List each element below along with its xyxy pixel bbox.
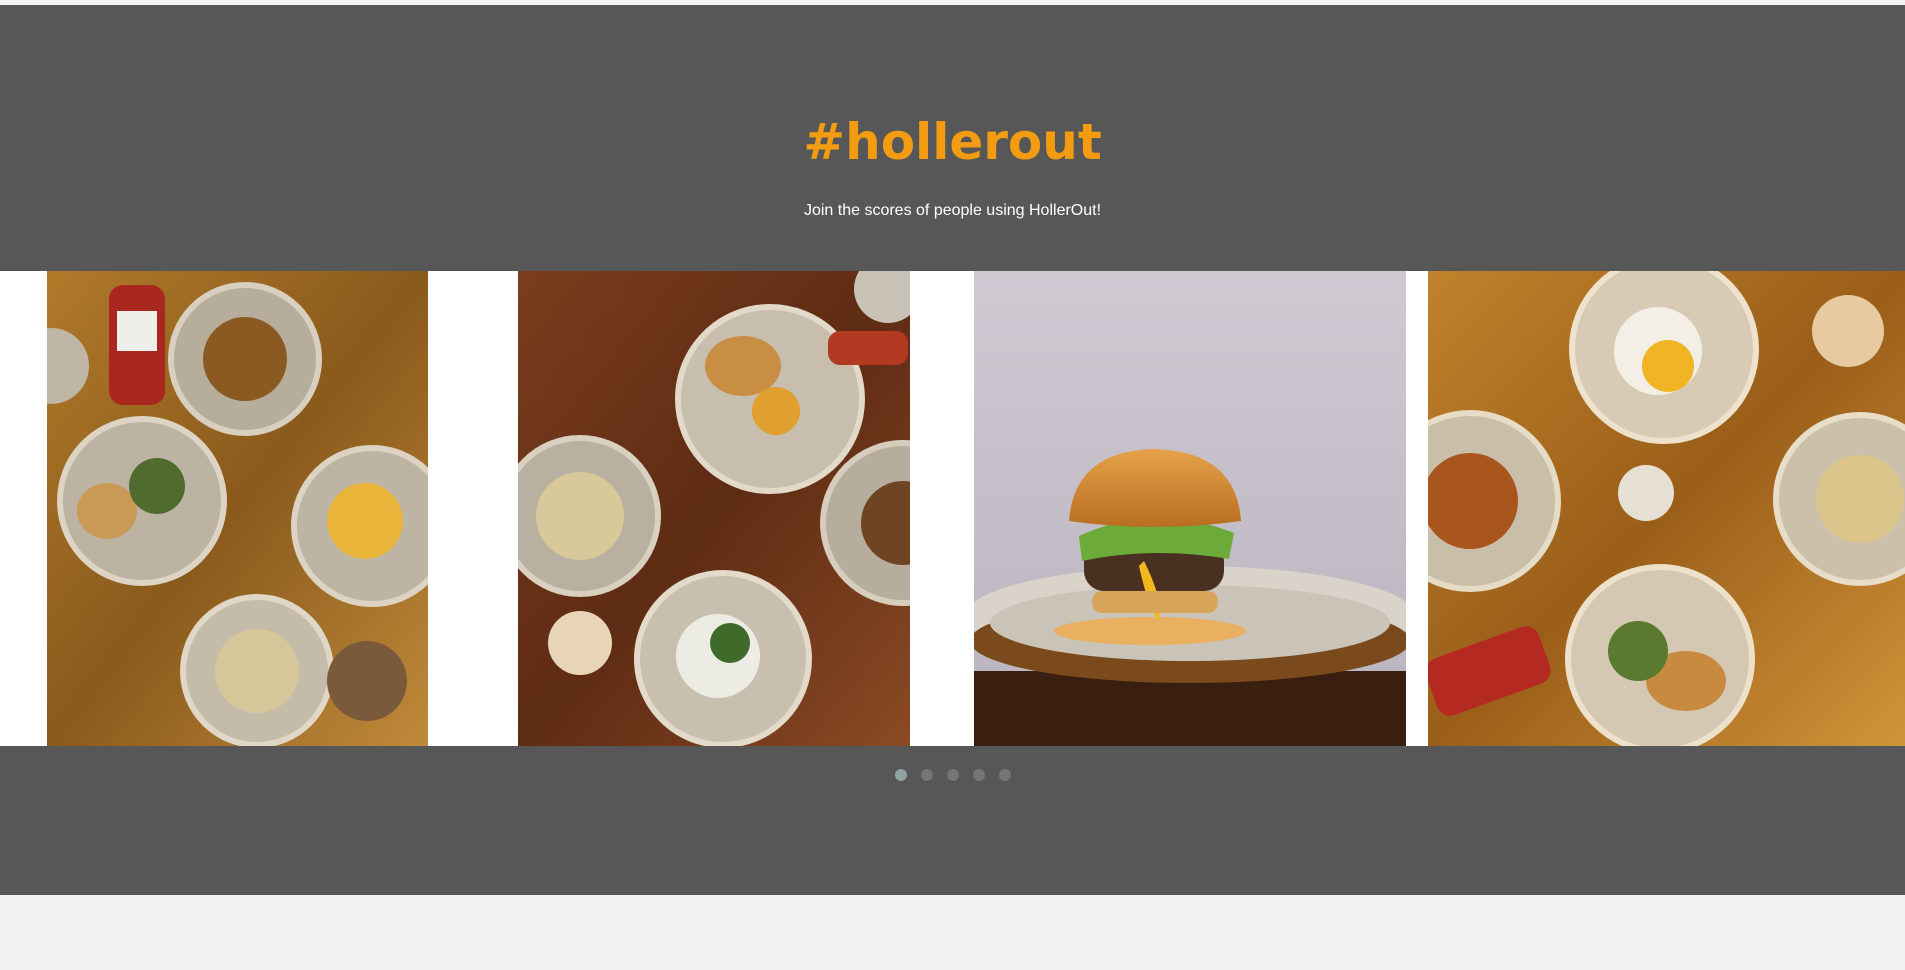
section-title: #hollerout: [803, 113, 1102, 171]
carousel-dot-1[interactable]: [894, 769, 907, 781]
carousel-slide-1[interactable]: [47, 271, 428, 746]
carousel-slide-4[interactable]: [1428, 271, 1905, 746]
carousel-slide-2[interactable]: [518, 271, 910, 746]
page-footer-area: [0, 895, 1905, 970]
food-table-photo-icon: [1428, 271, 1905, 746]
carousel-dot-4[interactable]: [972, 769, 985, 781]
carousel-dot-3[interactable]: [946, 769, 959, 781]
section-subtitle: Join the scores of people using HollerOu…: [803, 202, 1102, 219]
food-table-photo-icon: [518, 271, 910, 746]
burger-photo-icon: [974, 271, 1406, 746]
carousel-dot-5[interactable]: [998, 769, 1011, 781]
carousel-pagination: [0, 769, 1905, 783]
carousel-slide-3[interactable]: [974, 271, 1406, 746]
photo-carousel[interactable]: [0, 271, 1905, 746]
food-table-photo-icon: [47, 271, 428, 746]
carousel-dot-2[interactable]: [920, 769, 933, 781]
